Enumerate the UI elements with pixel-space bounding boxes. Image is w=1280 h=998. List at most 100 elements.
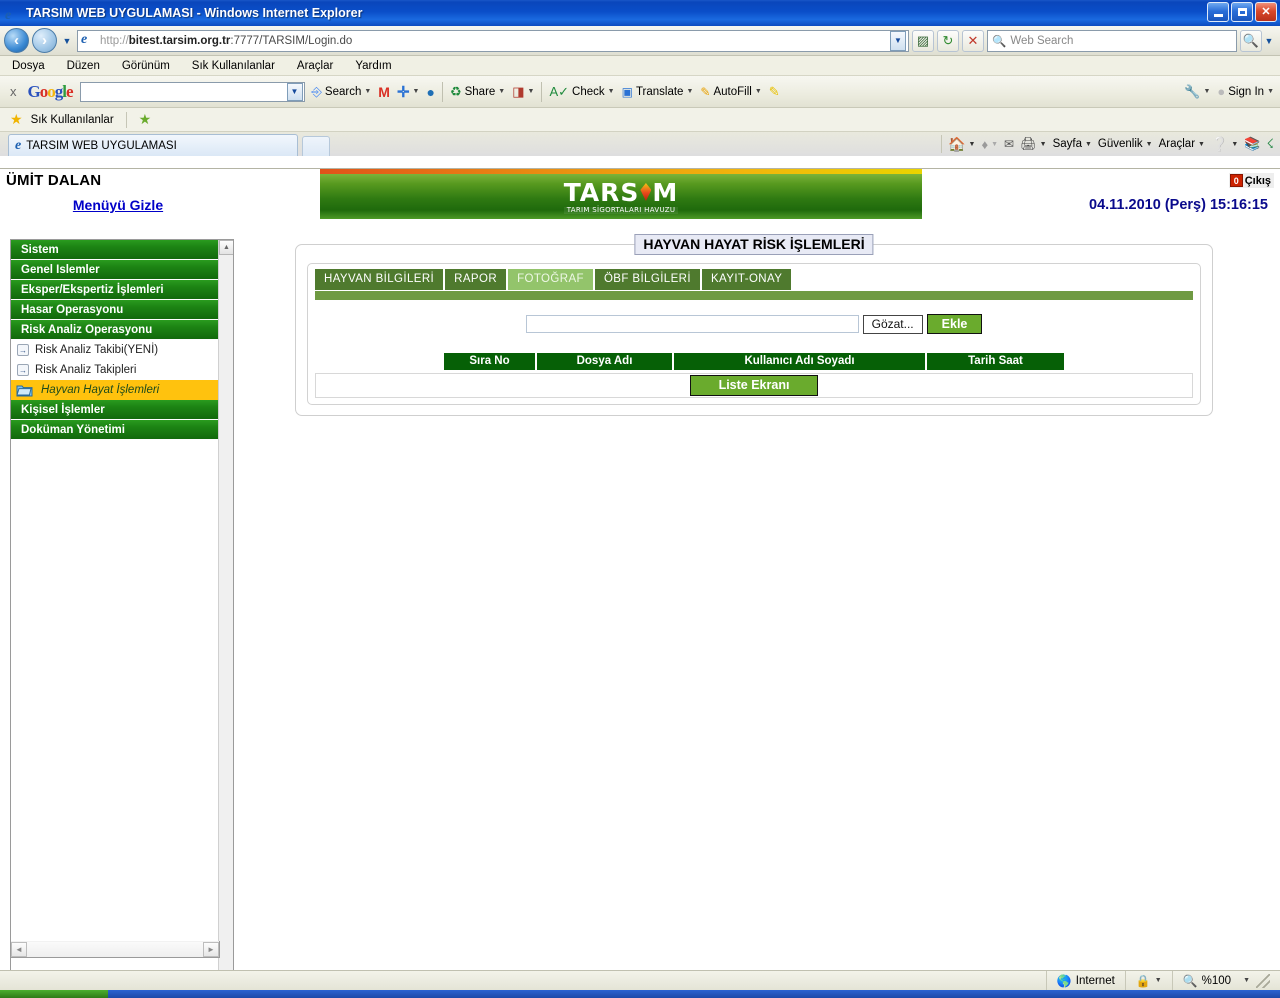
menu-gorunum[interactable]: Görünüm	[122, 60, 170, 72]
recent-pages-dropdown-icon[interactable]: ▼	[60, 31, 74, 51]
menu-item-hayvan-hayat-islemleri[interactable]: Hayvan Hayat İşlemleri	[11, 380, 219, 400]
gmail-icon[interactable]: M	[378, 84, 390, 100]
windows-taskbar	[0, 990, 1280, 998]
tab-hayvan-bilgileri[interactable]: HAYVAN BİLGİLERİ	[315, 269, 444, 290]
browse-button[interactable]: Gözat...	[862, 314, 923, 334]
column-dosya-adi[interactable]: Dosya Adı	[536, 353, 674, 370]
logout-button[interactable]: 0 Çıkış	[1228, 173, 1274, 188]
navigation-menu: Sistem Genel Islemler Eksper/Ekspertiz İ…	[11, 240, 219, 440]
forward-button[interactable]: ›	[32, 28, 57, 53]
menu-araclar[interactable]: Araçlar	[297, 60, 333, 72]
new-tab-button[interactable]	[302, 136, 330, 156]
highlighter-icon[interactable]: ✎	[769, 84, 780, 100]
logo-diamond-icon	[640, 183, 652, 201]
mail-button[interactable]: ✉	[1004, 137, 1014, 151]
url-input[interactable]: e http://bitest.tarsim.org.tr:7777/TARSI…	[77, 29, 909, 52]
tab-kayit-onay[interactable]: KAYIT-ONAY	[701, 269, 792, 290]
menu-group-kisisel-islemler[interactable]: Kişisel İşlemler	[11, 400, 219, 420]
favorites-label[interactable]: Sık Kullanılanlar	[31, 114, 114, 126]
menu-group-risk-analiz-operasyonu[interactable]: Risk Analiz Operasyonu	[11, 320, 219, 340]
home-button[interactable]: 🏠 ▼	[948, 136, 975, 153]
security-zone[interactable]: 🌎 Internet	[1045, 970, 1125, 991]
scroll-right-arrow-icon[interactable]: ►	[203, 941, 219, 957]
messenger-button[interactable]: ☇	[1267, 136, 1274, 152]
zoom-icon: 🔍	[1182, 973, 1198, 988]
column-kullanici-adi-soyadi[interactable]: Kullanıcı Adı Soyadı	[673, 353, 927, 370]
search-input[interactable]: 🔍 Web Search	[987, 29, 1237, 52]
tab-rapor[interactable]: RAPOR	[445, 269, 507, 290]
content-panel: HAYVAN HAYAT RİSK İŞLEMLERİ HAYVAN BİLGİ…	[295, 234, 1213, 416]
menu-group-eksper-ekspertiz-islemleri[interactable]: Eksper/Ekspertiz İşlemleri	[11, 280, 219, 300]
security-menu[interactable]: Güvenlik ▼	[1098, 138, 1153, 150]
menu-vertical-scrollbar[interactable]: ▲ ▼	[218, 240, 233, 970]
menu-horizontal-scrollbar[interactable]: ◄ ►	[10, 941, 220, 958]
add-to-favorites-icon[interactable]: ★	[139, 111, 152, 128]
left-column: ÜMİT DALAN Menüyü Gizle Sistem Genel Isl…	[0, 169, 236, 970]
google-check-button[interactable]: A✓ Check ▼	[549, 84, 614, 100]
resize-grip-icon[interactable]	[1256, 973, 1270, 988]
start-button[interactable]	[0, 990, 108, 998]
favorites-star-icon[interactable]: ★	[10, 111, 23, 128]
page-menu[interactable]: Sayfa ▼	[1053, 138, 1092, 150]
tab-fotograf[interactable]: FOTOĞRAF	[508, 269, 593, 290]
search-go-button[interactable]: 🔍	[1240, 29, 1262, 52]
menu-duzen[interactable]: Düzen	[67, 60, 100, 72]
panel-footer-bar: Liste Ekranı	[315, 373, 1193, 398]
help-button[interactable]: ❔ ▼	[1211, 136, 1238, 153]
tarsim-banner: TARS M TARIM SİGORTALARI HAVUZU	[320, 174, 922, 219]
menu-group-sistem[interactable]: Sistem	[11, 240, 219, 260]
close-google-toolbar-icon[interactable]: x	[6, 84, 21, 99]
google-search-button[interactable]: ⎆ Search ▼	[312, 84, 372, 100]
google-search-dropdown-icon[interactable]: ▼	[286, 82, 303, 101]
google-autofill-button[interactable]: ✎ AutoFill ▼	[700, 85, 761, 99]
research-button[interactable]: 📚	[1244, 136, 1260, 152]
logo-subtitle: TARIM SİGORTALARI HAVUZU	[563, 206, 679, 214]
tab-favicon-icon: e	[15, 137, 22, 153]
page-viewport: ÜMİT DALAN Menüyü Gizle Sistem Genel Isl…	[0, 168, 1280, 970]
column-sira-no[interactable]: Sıra No	[444, 353, 537, 370]
refresh-icon[interactable]: ↻	[937, 29, 959, 52]
google-plus-icon[interactable]: ✛ ▼	[397, 83, 420, 101]
scroll-left-arrow-icon[interactable]: ◄	[11, 941, 27, 957]
scroll-up-arrow-icon[interactable]: ▲	[219, 240, 233, 255]
menu-sik-kullanilanlar[interactable]: Sık Kullanılanlar	[192, 60, 275, 72]
back-button[interactable]: ‹	[4, 28, 29, 53]
logged-in-user: ÜMİT DALAN	[6, 172, 102, 189]
scroll-track[interactable]	[27, 941, 203, 957]
file-path-input[interactable]	[525, 315, 859, 333]
google-share-button[interactable]: ♻ Share ▼	[450, 84, 505, 100]
maximize-button[interactable]	[1231, 2, 1253, 22]
menu-group-dokuman-yonetimi[interactable]: Doküman Yönetimi	[11, 420, 219, 440]
minimize-button[interactable]	[1207, 2, 1229, 22]
search-icon: 🔍	[992, 35, 1007, 48]
browser-tab[interactable]: e TARSIM WEB UYGULAMASI	[8, 134, 298, 156]
google-globe-icon[interactable]: ●	[426, 84, 434, 100]
hide-menu-link[interactable]: Menüyü Gizle	[0, 189, 236, 213]
protected-mode-indicator[interactable]: 🔒 ▼	[1124, 970, 1172, 991]
menu-item-risk-analiz-takibi-yeni[interactable]: → Risk Analiz Takibi(YENİ)	[11, 340, 219, 360]
search-provider-dropdown-icon[interactable]: ▼	[1262, 31, 1276, 51]
stop-icon[interactable]: ✕	[962, 29, 984, 52]
zoom-level[interactable]: 🔍 %100 ▼	[1171, 970, 1280, 991]
add-button[interactable]: Ekle	[926, 314, 983, 334]
google-translate-button[interactable]: ▣ Translate ▼	[622, 85, 694, 99]
menu-yardim[interactable]: Yardım	[355, 60, 391, 72]
menu-item-risk-analiz-takipleri[interactable]: → Risk Analiz Takipleri	[11, 360, 219, 380]
google-search-input[interactable]: ▼	[79, 81, 305, 102]
google-sign-in-button[interactable]: ● Sign In ▼	[1217, 84, 1274, 99]
feeds-icon[interactable]: ▨	[912, 29, 934, 52]
menu-group-hasar-operasyonu[interactable]: Hasar Operasyonu	[11, 300, 219, 320]
feeds-button[interactable]: ♦ ▼	[981, 137, 998, 152]
google-settings-button[interactable]: 🔧 ▼	[1184, 84, 1210, 100]
url-dropdown-icon[interactable]: ▼	[890, 30, 906, 51]
menu-dosya[interactable]: Dosya	[12, 60, 45, 72]
menu-group-genel-islemler[interactable]: Genel Islemler	[11, 260, 219, 280]
close-button[interactable]: ✕	[1255, 2, 1277, 22]
column-tarih-saat[interactable]: Tarih Saat	[926, 353, 1064, 370]
list-screen-button[interactable]: Liste Ekranı	[689, 375, 819, 396]
status-bar: 🌎 Internet 🔒 ▼ 🔍 %100 ▼	[0, 970, 1280, 991]
tab-obf-bilgileri[interactable]: ÖBF BİLGİLERİ	[594, 269, 700, 290]
tools-menu[interactable]: Araçlar ▼	[1159, 138, 1205, 150]
print-button[interactable]: 🖨 ▼	[1020, 136, 1046, 152]
google-screen-icon[interactable]: ◨ ▼	[512, 84, 534, 100]
